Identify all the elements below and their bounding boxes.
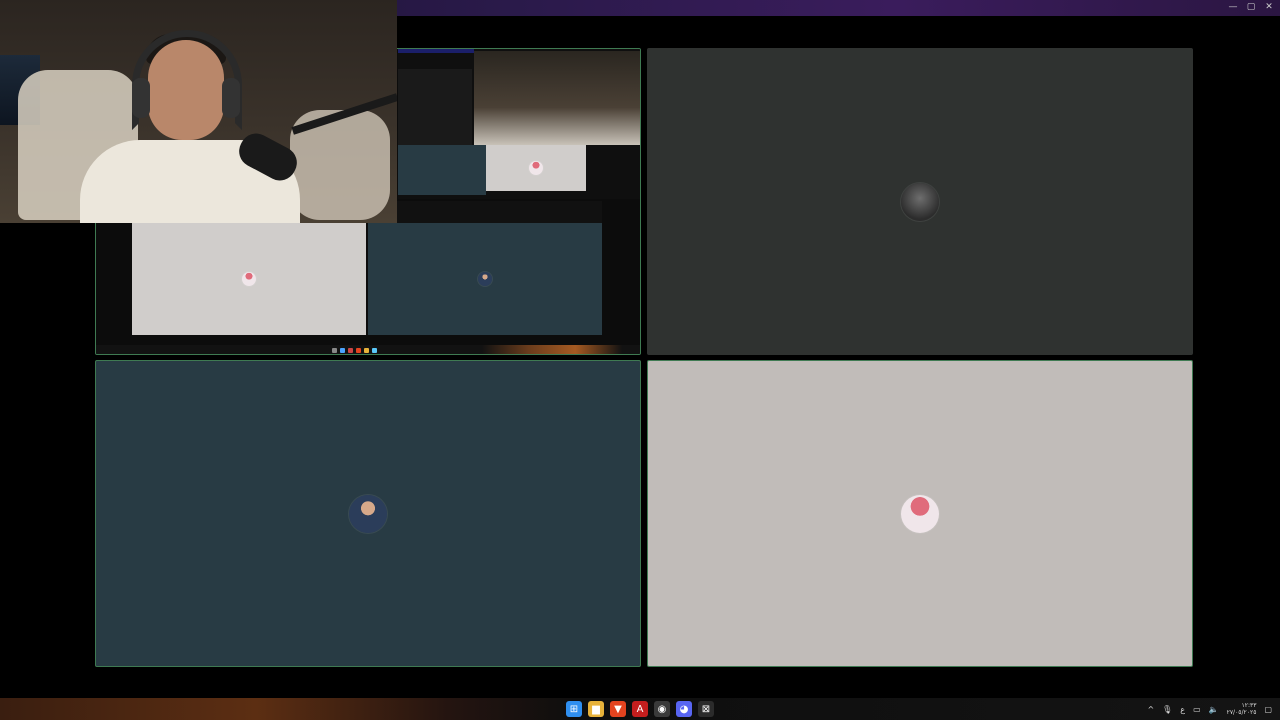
webcam-overlay (0, 0, 397, 223)
avatar (901, 494, 939, 533)
shared-taskbar (96, 345, 640, 354)
language-indicator[interactable]: ع (1180, 705, 1185, 714)
wallpaper-glow (482, 345, 622, 354)
preview-titlebar (398, 49, 474, 53)
preview-pane (398, 69, 472, 145)
file-explorer-icon[interactable]: ▆ (588, 701, 604, 717)
maximize-button[interactable]: ▢ (1246, 2, 1256, 12)
microphone-icon[interactable]: 🎙 (1162, 705, 1172, 714)
nested-screen-preview (398, 49, 640, 199)
preview-tile (398, 145, 486, 195)
taskbar: ⊞ ▆ ▼ A ◉ ◕ ⊠ ^ 🎙 ع ▭ 🔈 ١٢:٣٣ ٢٧/٠٥/٢٠٢٥ ▢ (0, 698, 1280, 720)
volume-icon[interactable]: 🔈 (1209, 705, 1219, 714)
headphone-cup (222, 78, 240, 118)
participant-tile[interactable] (95, 360, 641, 667)
terminal-icon[interactable]: ⊠ (698, 701, 714, 717)
tray-chevron-icon[interactable]: ^ (1147, 705, 1154, 714)
notification-icon[interactable]: ▢ (1264, 705, 1272, 714)
clock-date: ٢٧/٠٥/٢٠٢٥ (1226, 709, 1257, 716)
avatar (478, 272, 492, 286)
clock[interactable]: ١٢:٣٣ ٢٧/٠٥/٢٠٢٥ (1227, 702, 1257, 716)
network-icon[interactable]: ▭ (1193, 705, 1201, 714)
clock-time: ١٢:٣٣ (1241, 702, 1257, 709)
system-tray: ^ 🎙 ع ▭ 🔈 ١٢:٣٣ ٢٧/٠٥/٢٠٢٥ ▢ (1147, 702, 1272, 716)
shared-tile-dark (368, 223, 602, 335)
brave-browser-icon[interactable]: ▼ (610, 701, 626, 717)
shared-tile-light (132, 223, 366, 335)
avatar (349, 494, 387, 533)
participant-tile[interactable] (647, 360, 1193, 667)
discord-icon[interactable]: ◕ (676, 701, 692, 717)
preview-webcam (474, 51, 640, 145)
headphone-cup (132, 78, 150, 118)
participant-tile[interactable] (647, 48, 1193, 355)
obs-icon[interactable]: ◉ (654, 701, 670, 717)
avatar (901, 182, 939, 221)
pdf-app-icon[interactable]: A (632, 701, 648, 717)
start-icon[interactable]: ⊞ (566, 701, 582, 717)
window-controls: — ▢ ✕ (1228, 2, 1274, 12)
avatar (242, 272, 256, 286)
preview-tile-light (486, 145, 586, 191)
avatar (529, 161, 543, 175)
taskbar-apps: ⊞ ▆ ▼ A ◉ ◕ ⊠ (566, 701, 714, 717)
minimize-button[interactable]: — (1228, 2, 1238, 12)
shared-taskbar-icons (332, 347, 377, 353)
close-button[interactable]: ✕ (1264, 2, 1274, 12)
